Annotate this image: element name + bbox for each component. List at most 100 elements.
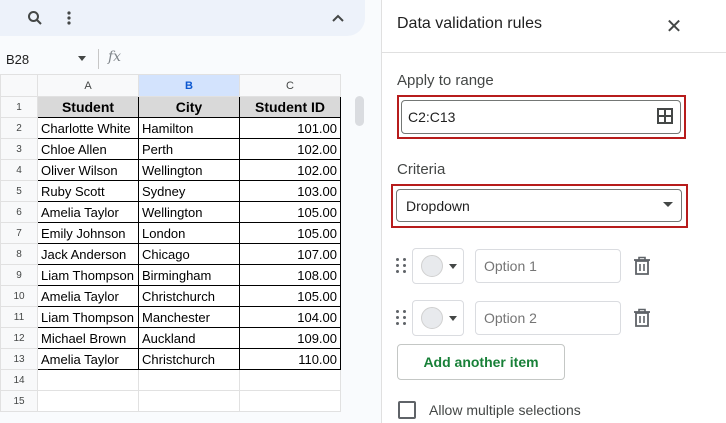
- drag-handle-icon[interactable]: [396, 310, 406, 326]
- cell[interactable]: 105.00: [239, 285, 341, 307]
- table-row: 15: [0, 390, 341, 412]
- search-icon[interactable]: [23, 6, 47, 30]
- cell[interactable]: Liam Thompson: [37, 306, 139, 328]
- header-cell[interactable]: Student: [37, 96, 139, 118]
- option-color-button[interactable]: [412, 248, 464, 284]
- row-header[interactable]: 13: [0, 348, 38, 370]
- cell[interactable]: [239, 390, 341, 412]
- cell[interactable]: Emily Johnson: [37, 222, 139, 244]
- cell[interactable]: Michael Brown: [37, 327, 139, 349]
- cell[interactable]: Hamilton: [138, 117, 240, 139]
- select-range-grid-icon[interactable]: [657, 108, 673, 124]
- option-color-button[interactable]: [412, 300, 464, 336]
- row-header[interactable]: 9: [0, 264, 38, 286]
- row-header[interactable]: 8: [0, 243, 38, 265]
- add-another-item-button[interactable]: Add another item: [397, 344, 565, 380]
- cell[interactable]: 109.00: [239, 327, 341, 349]
- table-row: 6 Amelia Taylor Wellington 105.00: [0, 201, 341, 223]
- cell[interactable]: 105.00: [239, 201, 341, 223]
- cell[interactable]: Christchurch: [138, 285, 240, 307]
- cell[interactable]: Amelia Taylor: [37, 201, 139, 223]
- option-input[interactable]: Option 2: [475, 301, 621, 335]
- row-header[interactable]: 5: [0, 180, 38, 202]
- cell[interactable]: 103.00: [239, 180, 341, 202]
- cell[interactable]: Charlotte White: [37, 117, 139, 139]
- header-cell[interactable]: Student ID: [239, 96, 341, 118]
- column-header[interactable]: B: [138, 74, 240, 97]
- row-header[interactable]: 15: [0, 390, 38, 412]
- delete-icon[interactable]: [633, 308, 651, 333]
- cell[interactable]: [37, 390, 139, 412]
- table-row: 13 Amelia Taylor Christchurch 110.00: [0, 348, 341, 370]
- chevron-down-icon: [449, 316, 457, 321]
- cell[interactable]: Christchurch: [138, 348, 240, 370]
- column-header[interactable]: C: [239, 74, 341, 97]
- cell[interactable]: Perth: [138, 138, 240, 160]
- row-header[interactable]: 14: [0, 369, 38, 391]
- cell[interactable]: Ruby Scott: [37, 180, 139, 202]
- cell[interactable]: Manchester: [138, 306, 240, 328]
- column-header[interactable]: A: [37, 74, 139, 97]
- chevron-down-icon: [449, 264, 457, 269]
- cell[interactable]: 102.00: [239, 138, 341, 160]
- cell[interactable]: 108.00: [239, 264, 341, 286]
- cell[interactable]: Jack Anderson: [37, 243, 139, 265]
- cell[interactable]: Oliver Wilson: [37, 159, 139, 181]
- cell[interactable]: Sydney: [138, 180, 240, 202]
- row-header[interactable]: 3: [0, 138, 38, 160]
- table-row: 8 Jack Anderson Chicago 107.00: [0, 243, 341, 265]
- cell[interactable]: Chicago: [138, 243, 240, 265]
- cell[interactable]: Chloe Allen: [37, 138, 139, 160]
- fx-icon: fx: [108, 49, 122, 65]
- row-header[interactable]: 7: [0, 222, 38, 244]
- row-header[interactable]: 6: [0, 201, 38, 223]
- row-header[interactable]: 2: [0, 117, 38, 139]
- cell[interactable]: 101.00: [239, 117, 341, 139]
- cell[interactable]: Wellington: [138, 201, 240, 223]
- vertical-scrollbar[interactable]: [355, 96, 364, 126]
- row-header[interactable]: 12: [0, 327, 38, 349]
- cell[interactable]: [138, 369, 240, 391]
- cell[interactable]: 105.00: [239, 222, 341, 244]
- cell[interactable]: Wellington: [138, 159, 240, 181]
- table-row: 11 Liam Thompson Manchester 104.00: [0, 306, 341, 328]
- table-row: 14: [0, 369, 341, 391]
- cell[interactable]: [37, 369, 139, 391]
- select-all-corner[interactable]: [0, 74, 38, 97]
- spreadsheet-grid[interactable]: A B C 1 Student City Student ID 2 Charlotte Whit…: [0, 74, 341, 412]
- cell[interactable]: 107.00: [239, 243, 341, 265]
- column-header-row: ABC: [0, 74, 341, 97]
- row-header[interactable]: 4: [0, 159, 38, 181]
- delete-icon[interactable]: [633, 256, 651, 281]
- apply-to-range-label: Apply to range: [397, 72, 494, 89]
- name-box-dropdown-icon[interactable]: [78, 56, 86, 61]
- cell[interactable]: 102.00: [239, 159, 341, 181]
- row-header[interactable]: 11: [0, 306, 38, 328]
- table-row: 10 Amelia Taylor Christchurch 105.00: [0, 285, 341, 307]
- header-cell[interactable]: City: [138, 96, 240, 118]
- allow-multiple-checkbox[interactable]: [398, 401, 416, 419]
- cell[interactable]: Auckland: [138, 327, 240, 349]
- chevron-up-icon[interactable]: [326, 6, 350, 30]
- cell[interactable]: Liam Thompson: [37, 264, 139, 286]
- criteria-select[interactable]: Dropdown: [396, 189, 682, 222]
- table-row: 5 Ruby Scott Sydney 103.00: [0, 180, 341, 202]
- cell[interactable]: [239, 369, 341, 391]
- cell[interactable]: 110.00: [239, 348, 341, 370]
- more-vert-icon[interactable]: [57, 6, 81, 30]
- row-header[interactable]: 10: [0, 285, 38, 307]
- chevron-down-icon[interactable]: [663, 202, 673, 207]
- cell[interactable]: Amelia Taylor: [37, 348, 139, 370]
- cell[interactable]: Amelia Taylor: [37, 285, 139, 307]
- cell[interactable]: 104.00: [239, 306, 341, 328]
- drag-handle-icon[interactable]: [396, 258, 406, 274]
- range-input[interactable]: C2:C13: [401, 100, 681, 134]
- row-header[interactable]: 1: [0, 96, 38, 118]
- option-input[interactable]: Option 1: [475, 249, 621, 283]
- color-swatch: [421, 307, 443, 329]
- criteria-label: Criteria: [397, 161, 446, 178]
- cell[interactable]: London: [138, 222, 240, 244]
- cell[interactable]: Birmingham: [138, 264, 240, 286]
- close-icon[interactable]: ✕: [663, 14, 685, 39]
- cell[interactable]: [138, 390, 240, 412]
